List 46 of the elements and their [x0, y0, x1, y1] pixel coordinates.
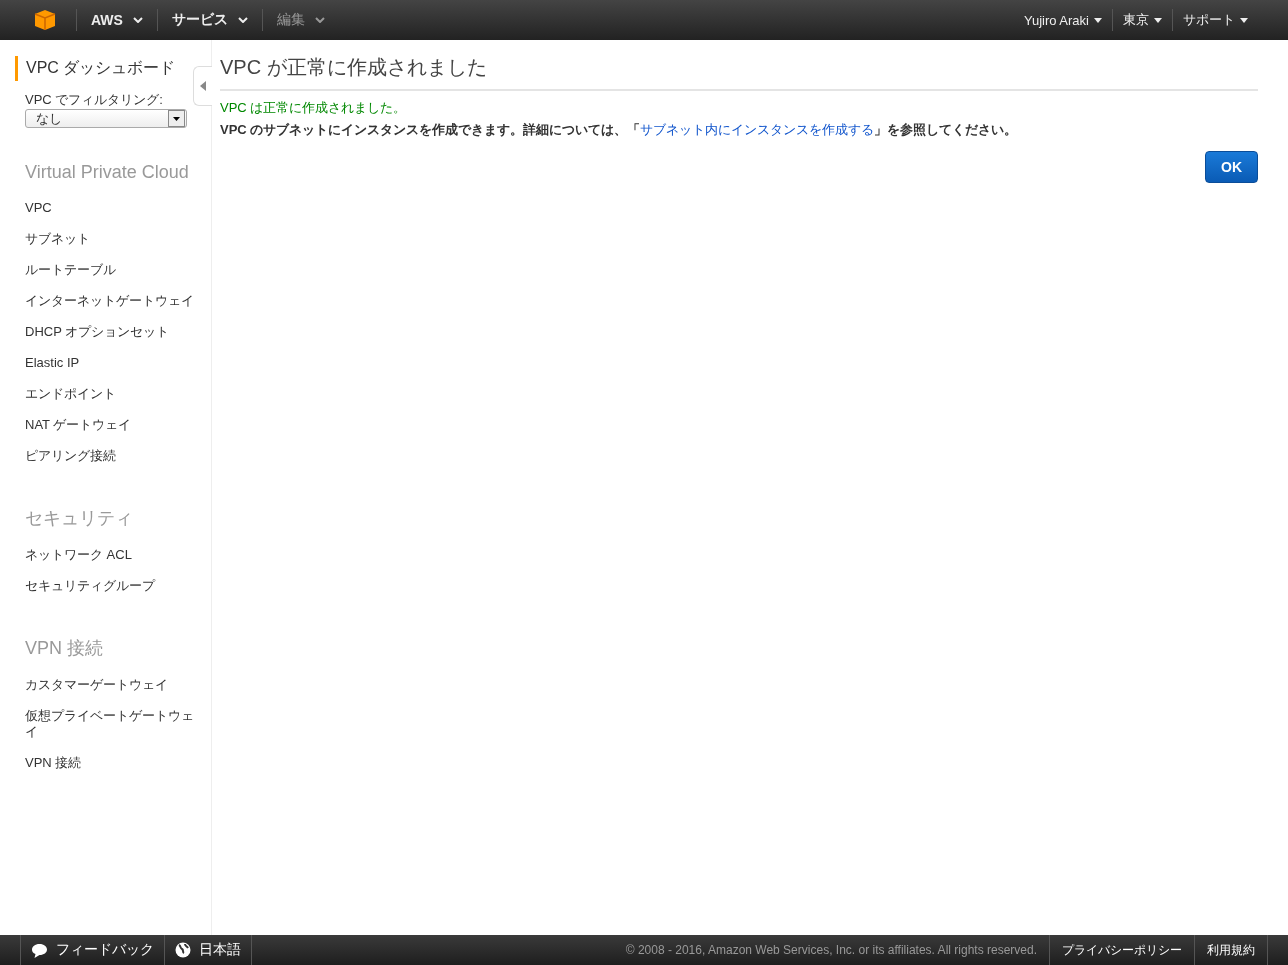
- sidebar-item[interactable]: インターネットゲートウェイ: [25, 286, 197, 317]
- nav-menu[interactable]: サービス: [157, 11, 262, 29]
- sidebar-item[interactable]: ネットワーク ACL: [25, 540, 197, 571]
- filter-label: VPC でフィルタリング:: [25, 91, 164, 109]
- caret-icon: [1240, 17, 1248, 23]
- globe-icon: [175, 942, 191, 958]
- sidebar-item[interactable]: VPC: [25, 193, 197, 224]
- caret-icon: [1094, 17, 1102, 23]
- speech-bubble-icon: [31, 942, 48, 958]
- caret-icon: [1154, 17, 1162, 23]
- language-button[interactable]: 日本語: [165, 935, 252, 965]
- sidebar-item[interactable]: NAT ゲートウェイ: [25, 410, 197, 441]
- nav-menu[interactable]: 東京: [1113, 11, 1172, 29]
- link[interactable]: サブネット内にインスタンスを作成する: [640, 122, 875, 137]
- filter-dropdown[interactable]: なし: [25, 109, 187, 128]
- chevron-down-icon: [132, 17, 143, 23]
- sidebar-item[interactable]: サブネット: [25, 224, 197, 255]
- chevron-down-icon: [237, 17, 248, 23]
- collapse-toggle[interactable]: [193, 66, 212, 106]
- triangle-left-icon: [200, 81, 206, 91]
- sidebar-item[interactable]: 仮想プライベートゲートウェイ: [25, 701, 197, 748]
- chevron-down-icon: [314, 17, 325, 23]
- feedback-button[interactable]: フィードバック: [20, 935, 165, 965]
- section-heading: Virtual Private Cloud: [25, 162, 190, 183]
- ok-button[interactable]: OK: [1205, 151, 1258, 183]
- success-message: VPC は正常に作成されました。: [220, 99, 408, 117]
- sidebar-item[interactable]: ルートテーブル: [25, 255, 197, 286]
- nav-menu[interactable]: AWS: [77, 12, 157, 28]
- nav-menu[interactable]: Yujiro Araki: [1013, 12, 1112, 28]
- sidebar-item[interactable]: VPN 接続: [25, 748, 197, 779]
- sidebar-item[interactable]: エンドポイント: [25, 379, 197, 410]
- sidebar-item[interactable]: セキュリティグループ: [25, 571, 197, 602]
- section-heading: VPN 接続: [25, 637, 104, 660]
- sidebar-item[interactable]: カスタマーゲートウェイ: [25, 670, 197, 701]
- sidebar-item[interactable]: Elastic IP: [25, 348, 197, 379]
- page-title: VPC が正常に作成されました: [220, 54, 1258, 91]
- info-text: VPC のサブネットにインスタンスを作成できます。詳細については、「サブネット内にインスタンスを作成する」を参照してください。: [220, 121, 1019, 139]
- copyright-text: © 2008 - 2016, Amazon Web Services, Inc. or its affiliates. All rights reserved.: [625, 943, 1038, 957]
- sidebar-item[interactable]: DHCP オプションセット: [25, 317, 197, 348]
- cube-logo-icon[interactable]: [34, 9, 56, 31]
- sidebar-item[interactable]: VPC ダッシュボード: [15, 56, 184, 81]
- section-heading: セキュリティ: [25, 507, 134, 530]
- footer-link[interactable]: 利用規約: [1194, 935, 1268, 965]
- footer-link[interactable]: プライバシーポリシー: [1049, 935, 1194, 965]
- sidebar-item[interactable]: ピアリング接続: [25, 441, 197, 472]
- nav-menu[interactable]: サポート: [1173, 11, 1258, 29]
